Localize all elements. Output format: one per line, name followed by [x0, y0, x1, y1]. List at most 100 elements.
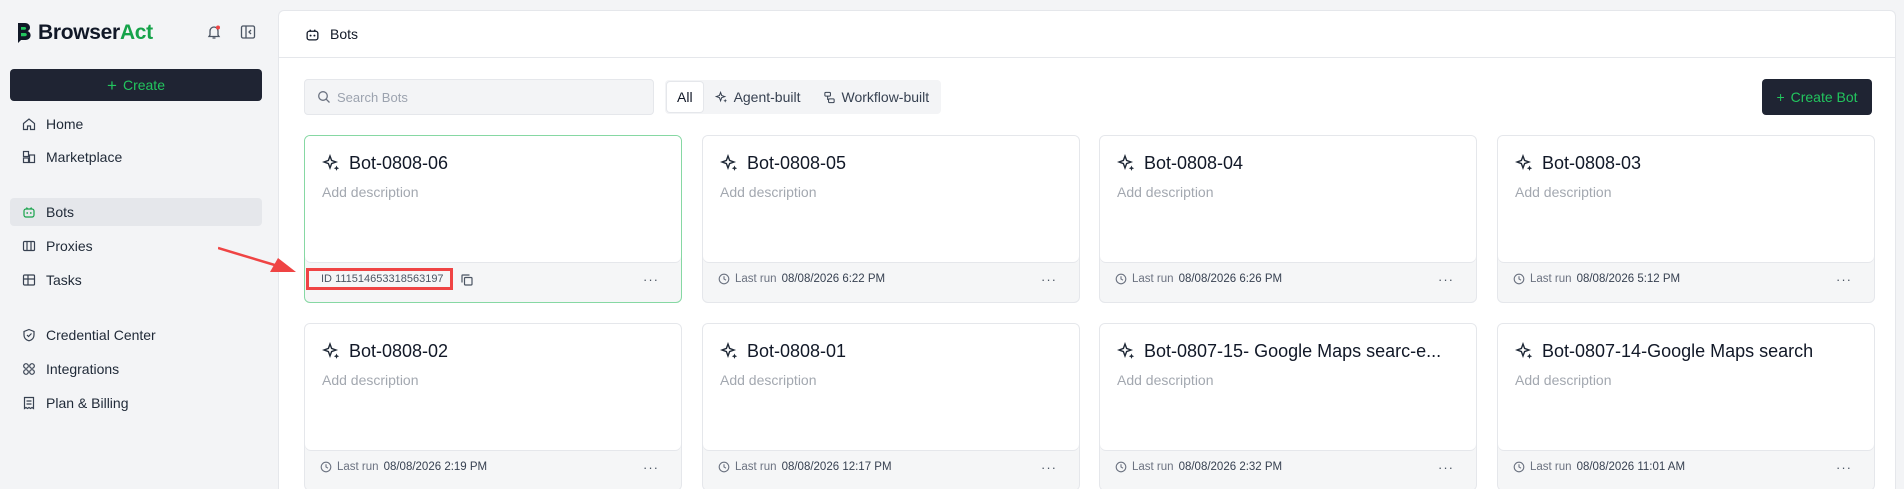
clock-icon: [1513, 273, 1525, 285]
plus-icon: +: [107, 75, 117, 95]
tasks-icon: [22, 274, 36, 286]
last-run: Last run 08/08/2026 2:32 PM: [1115, 461, 1282, 473]
last-run: Last run 08/08/2026 11:01 AM: [1513, 461, 1685, 473]
card-description[interactable]: Add description: [1515, 372, 1612, 388]
workflow-icon: [823, 91, 835, 103]
card-title: Bot-0807-14-Google Maps search: [1515, 341, 1855, 362]
bot-icon: [23, 207, 35, 218]
last-run: Last run 08/08/2026 12:17 PM: [718, 461, 892, 473]
card-body: Bot-0808-01 Add description: [703, 324, 1079, 450]
last-run: Last run 08/08/2026 5:12 PM: [1513, 273, 1680, 285]
last-run: Last run 08/08/2026 2:19 PM: [320, 461, 487, 473]
card-description[interactable]: Add description: [720, 372, 817, 388]
card-description[interactable]: Add description: [1117, 372, 1214, 388]
sparkle-icon: [1117, 154, 1135, 171]
bot-card[interactable]: Bot-0808-05 Add description Last run 08/0…: [702, 135, 1080, 303]
bot-card[interactable]: Bot-0808-01 Add description Last run 08/0…: [702, 323, 1080, 489]
clock-icon: [1513, 461, 1525, 473]
logo-icon: [16, 23, 31, 43]
sparkle-icon: [714, 90, 727, 103]
more-options-icon[interactable]: ···: [1438, 272, 1454, 287]
sidebar: BrowserAct + Create Home Marketplace Bot…: [0, 0, 272, 489]
bot-id-label: ID 111514653318563197: [306, 268, 453, 290]
sidebar-top-actions: [206, 24, 256, 40]
more-options-icon[interactable]: ···: [1041, 272, 1057, 287]
search-icon: [318, 91, 330, 103]
sparkle-icon: [720, 154, 738, 171]
bot-card[interactable]: Bot-0808-03 Add description Last run 08/0…: [1497, 135, 1875, 303]
last-run: Last run 08/08/2026 6:22 PM: [718, 273, 885, 285]
create-button[interactable]: + Create: [10, 69, 262, 101]
card-body: Bot-0808-02 Add description: [305, 324, 681, 450]
card-title: Bot-0808-04: [1117, 153, 1457, 174]
create-bot-button[interactable]: + Create Bot: [1762, 79, 1872, 115]
card-description[interactable]: Add description: [322, 372, 419, 388]
filter-all[interactable]: All: [667, 82, 703, 112]
last-run: Last run 08/08/2026 6:26 PM: [1115, 273, 1282, 285]
card-body: Bot-0807-15- Google Maps searc-e... Add …: [1100, 324, 1476, 450]
clock-icon: [718, 273, 730, 285]
sparkle-icon: [720, 342, 738, 359]
sidebar-item-home[interactable]: Home: [10, 110, 262, 138]
card-body: Bot-0808-06 Add description: [305, 136, 681, 262]
page-header: Bots: [279, 11, 1895, 58]
main-panel: Bots All Agent-built Workflow-built + Cr…: [278, 10, 1896, 489]
clock-icon: [320, 461, 332, 473]
brand-name: BrowserAct: [38, 21, 153, 44]
sidebar-item-integrations[interactable]: Integrations: [10, 355, 262, 383]
search-input[interactable]: [337, 89, 637, 105]
billing-icon: [23, 396, 35, 410]
card-title: Bot-0808-03: [1515, 153, 1855, 174]
card-description[interactable]: Add description: [720, 184, 817, 200]
card-description[interactable]: Add description: [322, 184, 419, 200]
card-body: Bot-0808-04 Add description: [1100, 136, 1476, 262]
sidebar-item-marketplace[interactable]: Marketplace: [10, 143, 262, 171]
sparkle-icon: [322, 342, 340, 359]
search-box[interactable]: [304, 79, 654, 115]
sparkle-icon: [1117, 342, 1135, 359]
copy-icon[interactable]: [460, 273, 474, 287]
more-options-icon[interactable]: ···: [1836, 460, 1852, 475]
card-description[interactable]: Add description: [1515, 184, 1612, 200]
more-options-icon[interactable]: ···: [643, 460, 659, 475]
card-title: Bot-0808-02: [322, 341, 662, 362]
bot-card[interactable]: Bot-0808-04 Add description Last run 08/0…: [1099, 135, 1477, 303]
annotation-arrow-icon: [218, 246, 296, 272]
card-description[interactable]: Add description: [1117, 184, 1214, 200]
card-body: Bot-0807-14-Google Maps search Add descr…: [1498, 324, 1874, 450]
sparkle-icon: [1515, 154, 1533, 171]
bot-icon: [306, 28, 319, 40]
more-options-icon[interactable]: ···: [1836, 272, 1852, 287]
home-icon: [22, 118, 36, 131]
notification-bell-icon[interactable]: [206, 24, 222, 40]
clock-icon: [1115, 273, 1127, 285]
marketplace-icon: [22, 150, 36, 164]
card-title: Bot-0808-05: [720, 153, 1060, 174]
sparkle-icon: [1515, 342, 1533, 359]
proxy-icon: [22, 240, 36, 252]
filter-agent-built[interactable]: Agent-built: [705, 82, 811, 112]
more-options-icon[interactable]: ···: [1041, 460, 1057, 475]
card-body: Bot-0808-03 Add description: [1498, 136, 1874, 262]
sidebar-item-plan-billing[interactable]: Plan & Billing: [10, 389, 262, 417]
sidebar-item-credential-center[interactable]: Credential Center: [10, 321, 262, 349]
card-title: Bot-0808-01: [720, 341, 1060, 362]
filter-workflow-built[interactable]: Workflow-built: [813, 82, 940, 112]
more-options-icon[interactable]: ···: [1438, 460, 1454, 475]
bot-card[interactable]: Bot-0807-14-Google Maps search Add descr…: [1497, 323, 1875, 489]
card-title: Bot-0807-15- Google Maps searc-e...: [1117, 341, 1457, 362]
filter-tabs: All Agent-built Workflow-built: [665, 80, 942, 114]
card-body: Bot-0808-05 Add description: [703, 136, 1079, 262]
integrations-icon: [23, 363, 35, 375]
sidebar-item-bots[interactable]: Bots: [10, 198, 262, 226]
shield-icon: [23, 328, 35, 342]
bot-card[interactable]: Bot-0808-06 Add description ID 111514653…: [304, 135, 682, 303]
bot-card[interactable]: Bot-0807-15- Google Maps searc-e... Add …: [1099, 323, 1477, 489]
collapse-sidebar-icon[interactable]: [240, 24, 256, 40]
card-title: Bot-0808-06: [322, 153, 662, 174]
brand-logo[interactable]: BrowserAct: [14, 20, 153, 46]
bot-card[interactable]: Bot-0808-02 Add description Last run 08/0…: [304, 323, 682, 489]
more-options-icon[interactable]: ···: [643, 272, 659, 287]
clock-icon: [1115, 461, 1127, 473]
plus-icon: +: [1776, 89, 1785, 105]
